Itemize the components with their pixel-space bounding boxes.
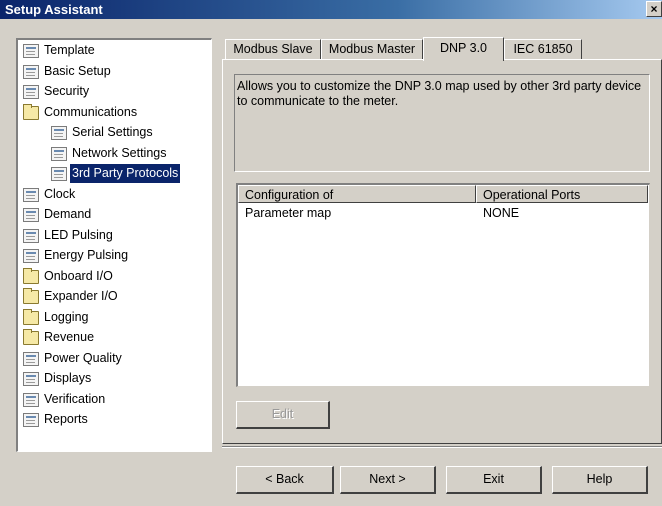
tree-item[interactable]: Logging xyxy=(18,308,211,329)
tree-item-label: Basic Setup xyxy=(44,63,111,78)
tree-item-label: Revenue xyxy=(44,330,95,344)
help-button[interactable]: Help xyxy=(552,466,648,494)
table-row[interactable]: Parameter map NONE xyxy=(238,205,648,221)
exit-button[interactable]: Exit xyxy=(446,466,542,494)
page-icon xyxy=(51,167,67,181)
tree-item-label: Demand xyxy=(44,207,92,221)
page-icon xyxy=(23,187,39,202)
folder-icon xyxy=(23,267,39,284)
tree-item[interactable]: Security xyxy=(18,82,211,103)
tree-item-label: Logging xyxy=(44,309,89,324)
column-header-configuration[interactable]: Configuration of xyxy=(238,185,476,203)
column-header-ports[interactable]: Operational Ports xyxy=(476,185,648,203)
close-icon: × xyxy=(650,2,658,16)
page-icon xyxy=(23,413,39,427)
tree-item[interactable]: Onboard I/O xyxy=(18,267,211,288)
tab-iec-61850[interactable]: IEC 61850 xyxy=(504,39,582,59)
tree-item-label: Template xyxy=(44,43,95,57)
tree-item[interactable]: Reports xyxy=(18,410,211,431)
tree-item[interactable]: 3rd Party Protocols xyxy=(18,164,211,185)
navigation-tree[interactable]: Template Basic Setup Security Communication… xyxy=(16,38,212,452)
cell-configuration: Parameter map xyxy=(245,206,332,220)
separator xyxy=(222,446,662,448)
list-header: Configuration of Operational Ports xyxy=(238,185,648,203)
tree-item[interactable]: Network Settings xyxy=(18,144,211,165)
close-button[interactable]: × xyxy=(646,1,662,17)
page-icon xyxy=(23,351,39,366)
tab-modbus-master[interactable]: Modbus Master xyxy=(321,39,423,59)
tree-item[interactable]: Serial Settings xyxy=(18,123,211,144)
page-icon xyxy=(23,208,39,222)
description-box: Allows you to customize the DNP 3.0 map … xyxy=(234,74,650,172)
tree-item-label: Network Settings xyxy=(72,145,167,160)
tree-item[interactable]: Power Quality xyxy=(18,349,211,370)
configuration-list[interactable]: Configuration of Operational Ports Param… xyxy=(236,183,650,387)
tree-item[interactable]: Demand xyxy=(18,205,211,226)
tree-item[interactable]: Expander I/O xyxy=(18,287,211,308)
tree-item[interactable]: LED Pulsing xyxy=(18,226,211,247)
tab-dnp-3-0[interactable]: DNP 3.0 xyxy=(423,37,504,61)
page-icon xyxy=(51,126,67,140)
window-title: Setup Assistant xyxy=(5,2,103,17)
tree-item-label: Reports xyxy=(44,412,88,426)
tree-item-label: Displays xyxy=(44,371,92,385)
tree-item-label: Power Quality xyxy=(44,350,122,365)
tree-item[interactable]: Basic Setup xyxy=(18,62,211,83)
tree-item-label: Security xyxy=(44,84,90,98)
tree-item[interactable]: Verification xyxy=(18,390,211,411)
tree-item-label: Onboard I/O xyxy=(44,268,113,283)
page-icon xyxy=(23,64,39,79)
tree-item[interactable]: Energy Pulsing xyxy=(18,246,211,267)
folder-icon xyxy=(23,288,39,304)
page-icon xyxy=(23,85,39,99)
description-text: Allows you to customize the DNP 3.0 map … xyxy=(237,79,642,108)
back-button[interactable]: < Back xyxy=(236,466,334,494)
next-button[interactable]: Next > xyxy=(340,466,436,494)
tree-item-label: Verification xyxy=(44,391,106,406)
folder-icon xyxy=(23,329,39,345)
tab-modbus-slave[interactable]: Modbus Slave xyxy=(225,39,321,59)
tree-item-label: Clock xyxy=(44,186,76,201)
page-icon xyxy=(51,146,67,161)
title-bar: Setup Assistant × xyxy=(0,0,662,19)
tree-item-label: Expander I/O xyxy=(44,289,118,303)
tree-item[interactable]: Revenue xyxy=(18,328,211,349)
cell-ports: NONE xyxy=(483,206,520,220)
tree-item[interactable]: Clock xyxy=(18,185,211,206)
page-icon xyxy=(23,372,39,386)
tree-item-label: Energy Pulsing xyxy=(44,248,129,262)
edit-button[interactable]: Edit xyxy=(236,401,330,429)
tree-item[interactable]: Template xyxy=(18,41,211,62)
tree-item-label: 3rd Party Protocols xyxy=(70,164,181,183)
tree-item[interactable]: Communications xyxy=(18,103,211,124)
folder-icon xyxy=(23,103,39,120)
tree-item-label: LED Pulsing xyxy=(44,227,113,242)
page-icon xyxy=(23,44,39,58)
page-icon xyxy=(23,392,39,407)
tree-item-label: Serial Settings xyxy=(72,125,153,139)
tree-item-label: Communications xyxy=(44,104,138,119)
tree-item[interactable]: Displays xyxy=(18,369,211,390)
page-icon xyxy=(23,249,39,263)
page-icon xyxy=(23,228,39,243)
folder-icon xyxy=(23,308,39,325)
